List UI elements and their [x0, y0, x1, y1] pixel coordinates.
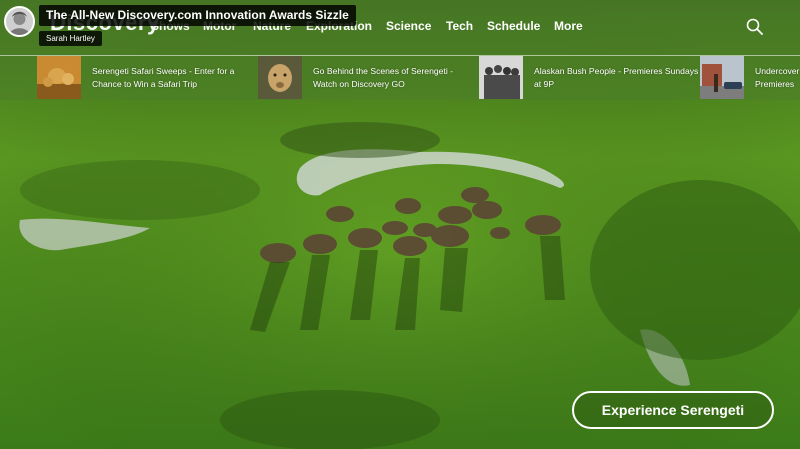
experience-serengeti-button[interactable]: Experience Serengeti	[572, 391, 774, 429]
promo-text: Go Behind the Scenes of Serengeti - Watc…	[313, 66, 453, 89]
video-info-overlay: The All-New Discovery.com Innovation Awa…	[0, 0, 800, 55]
lion-cubs-thumbnail	[37, 56, 81, 99]
family-photo-thumbnail	[479, 56, 523, 99]
channel-name[interactable]: Sarah Hartley	[39, 31, 102, 46]
promo-text: Undercover Premieres	[755, 66, 800, 89]
promo-bar: Serengeti Safari Sweeps - Enter for a Ch…	[0, 55, 800, 99]
promo-text: Serengeti Safari Sweeps - Enter for a Ch…	[92, 66, 235, 89]
video-title[interactable]: The All-New Discovery.com Innovation Awa…	[39, 5, 356, 26]
channel-avatar[interactable]	[4, 6, 35, 37]
street-scene-thumbnail	[700, 56, 744, 99]
promo-text: Alaskan Bush People - Premieres Sundays …	[534, 66, 699, 89]
lioness-thumbnail	[258, 56, 302, 99]
